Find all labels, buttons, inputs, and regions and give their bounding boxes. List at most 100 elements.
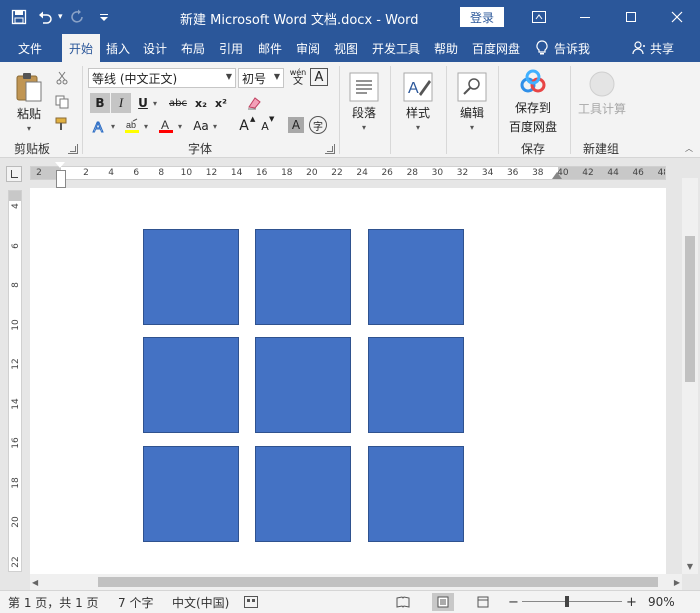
tab-view[interactable]: 视图 [328,34,364,62]
print-layout-icon[interactable] [432,593,454,611]
highlight-dropdown-icon[interactable]: ▾ [144,122,148,131]
zoom-in-button[interactable]: + [626,591,637,613]
scroll-down-icon[interactable]: ▼ [682,560,698,572]
editing-label: 编辑 [459,106,484,120]
font-launcher-icon[interactable] [325,144,335,154]
first-line-indent-marker[interactable] [55,162,65,168]
right-indent-marker[interactable] [552,172,562,179]
title-bar: ▾ 新建 Microsoft Word 文档.docx - Word 登录 [0,0,700,34]
share-button[interactable]: 共享 [632,34,674,62]
tab-references[interactable]: 引用 [213,34,249,62]
group-separator [339,66,340,154]
square-shape[interactable] [368,229,464,325]
svg-text:A: A [93,119,103,134]
square-shape[interactable] [255,446,351,542]
page-count[interactable]: 第 1 页，共 1 页 [8,591,99,613]
horizontal-scrollbar[interactable]: ◀ ▶ [30,574,682,590]
underline-button[interactable]: U [134,93,152,113]
save-to-baidu-button[interactable]: 保存到 百度网盘 [504,68,562,136]
character-border-button[interactable]: A [310,68,328,86]
clipboard-launcher-icon[interactable] [68,144,78,154]
zoom-out-button[interactable]: − [508,591,519,613]
text-effects-icon[interactable]: A [90,116,110,136]
ruler-tick-label: 24 [356,168,368,178]
text-effects-dropdown-icon[interactable]: ▾ [111,122,115,131]
close-icon[interactable] [654,0,700,34]
ribbon-display-options-icon[interactable] [516,0,562,34]
tab-mailings[interactable]: 邮件 [252,34,288,62]
scroll-right-icon[interactable]: ▶ [674,574,680,590]
tab-file[interactable]: 文件 [8,34,52,62]
square-shape[interactable] [368,446,464,542]
cut-icon[interactable] [52,68,72,88]
format-painter-icon[interactable] [52,114,72,134]
minimize-icon[interactable] [562,0,608,34]
change-case-dropdown-icon[interactable]: ▾ [213,122,217,131]
zoom-level[interactable]: 90% [648,591,675,613]
zoom-slider-track[interactable] [522,601,622,602]
clear-formatting-icon[interactable] [244,93,264,113]
tab-developer[interactable]: 开发工具 [367,34,425,62]
square-shape[interactable] [368,337,464,433]
web-layout-icon[interactable] [472,593,494,611]
word-count[interactable]: 7 个字 [118,591,153,613]
strikethrough-button[interactable]: abc [166,93,190,113]
tool-calc-button[interactable]: 工具计算 [576,68,628,118]
read-mode-icon[interactable] [392,593,414,611]
tab-selector[interactable] [6,166,22,182]
group-separator [498,66,499,154]
enclose-characters-button[interactable]: 字 [309,116,327,134]
tab-review[interactable]: 审阅 [290,34,326,62]
paragraph-button[interactable]: 段落 ▾ [346,68,382,136]
paste-button[interactable]: 粘贴 ▾ [10,68,48,136]
font-color-dropdown-icon[interactable]: ▾ [178,122,182,131]
square-shape[interactable] [143,229,239,325]
document-page[interactable] [30,188,666,574]
scroll-left-icon[interactable]: ◀ [32,574,38,590]
change-case-button[interactable]: Aa [190,116,212,136]
tab-insert[interactable]: 插入 [100,34,136,62]
bold-button[interactable]: B [90,93,110,113]
highlight-color-icon[interactable]: ab [122,116,142,136]
underline-dropdown-icon[interactable]: ▾ [153,99,157,108]
tab-baidu-netdisk[interactable]: 百度网盘 [467,34,525,62]
language-indicator[interactable]: 中文(中国) [172,591,229,613]
undo-dropdown-icon[interactable]: ▾ [58,12,63,22]
superscript-button[interactable]: x² [212,93,230,113]
subscript-button[interactable]: x₂ [192,93,210,113]
horizontal-ruler[interactable]: 2 2 4 6 8 10 12 14 16 18 20 22 24 26 28 30 32 34 36 38 40 42 4… [30,166,666,180]
square-shape[interactable] [143,337,239,433]
collapse-ribbon-icon[interactable]: ︿ [682,142,696,154]
font-color-icon[interactable]: A [156,116,176,136]
italic-button[interactable]: I [111,93,131,113]
editing-button[interactable]: 编辑 ▾ [454,68,490,136]
square-shape[interactable] [255,229,351,325]
save-icon[interactable] [8,6,30,28]
tab-help[interactable]: 帮助 [428,34,464,62]
macro-record-icon[interactable] [244,591,258,613]
tab-home[interactable]: 开始 [62,34,100,62]
maximize-icon[interactable] [608,0,654,34]
styles-button[interactable]: A 样式 ▾ [398,68,438,136]
font-name-combo[interactable]: 等线 (中文正文) ▼ [88,68,236,88]
square-shape[interactable] [255,337,351,433]
font-size-combo[interactable]: 初号 ▼ [238,68,284,88]
redo-icon[interactable] [67,6,89,28]
tab-layout[interactable]: 布局 [175,34,211,62]
vertical-scroll-thumb[interactable] [685,236,695,382]
zoom-slider-thumb[interactable] [565,596,569,607]
tab-design[interactable]: 设计 [137,34,173,62]
vertical-scrollbar[interactable]: ▼ [682,178,698,574]
vertical-ruler[interactable]: 4 6 8 10 12 14 16 18 20 22 [8,190,22,572]
copy-icon[interactable] [52,92,72,112]
square-shape[interactable] [143,446,239,542]
login-button[interactable]: 登录 [460,7,504,27]
group-separator [82,66,83,154]
customize-qat-icon[interactable] [93,6,115,28]
horizontal-scroll-thumb[interactable] [98,577,658,587]
phonetic-guide-button[interactable]: wén 文 [288,67,308,87]
tell-me-search[interactable]: 告诉我 [536,34,590,62]
undo-icon[interactable] [34,6,56,28]
left-indent-marker[interactable] [56,170,66,188]
character-shading-button[interactable]: A [288,117,304,133]
